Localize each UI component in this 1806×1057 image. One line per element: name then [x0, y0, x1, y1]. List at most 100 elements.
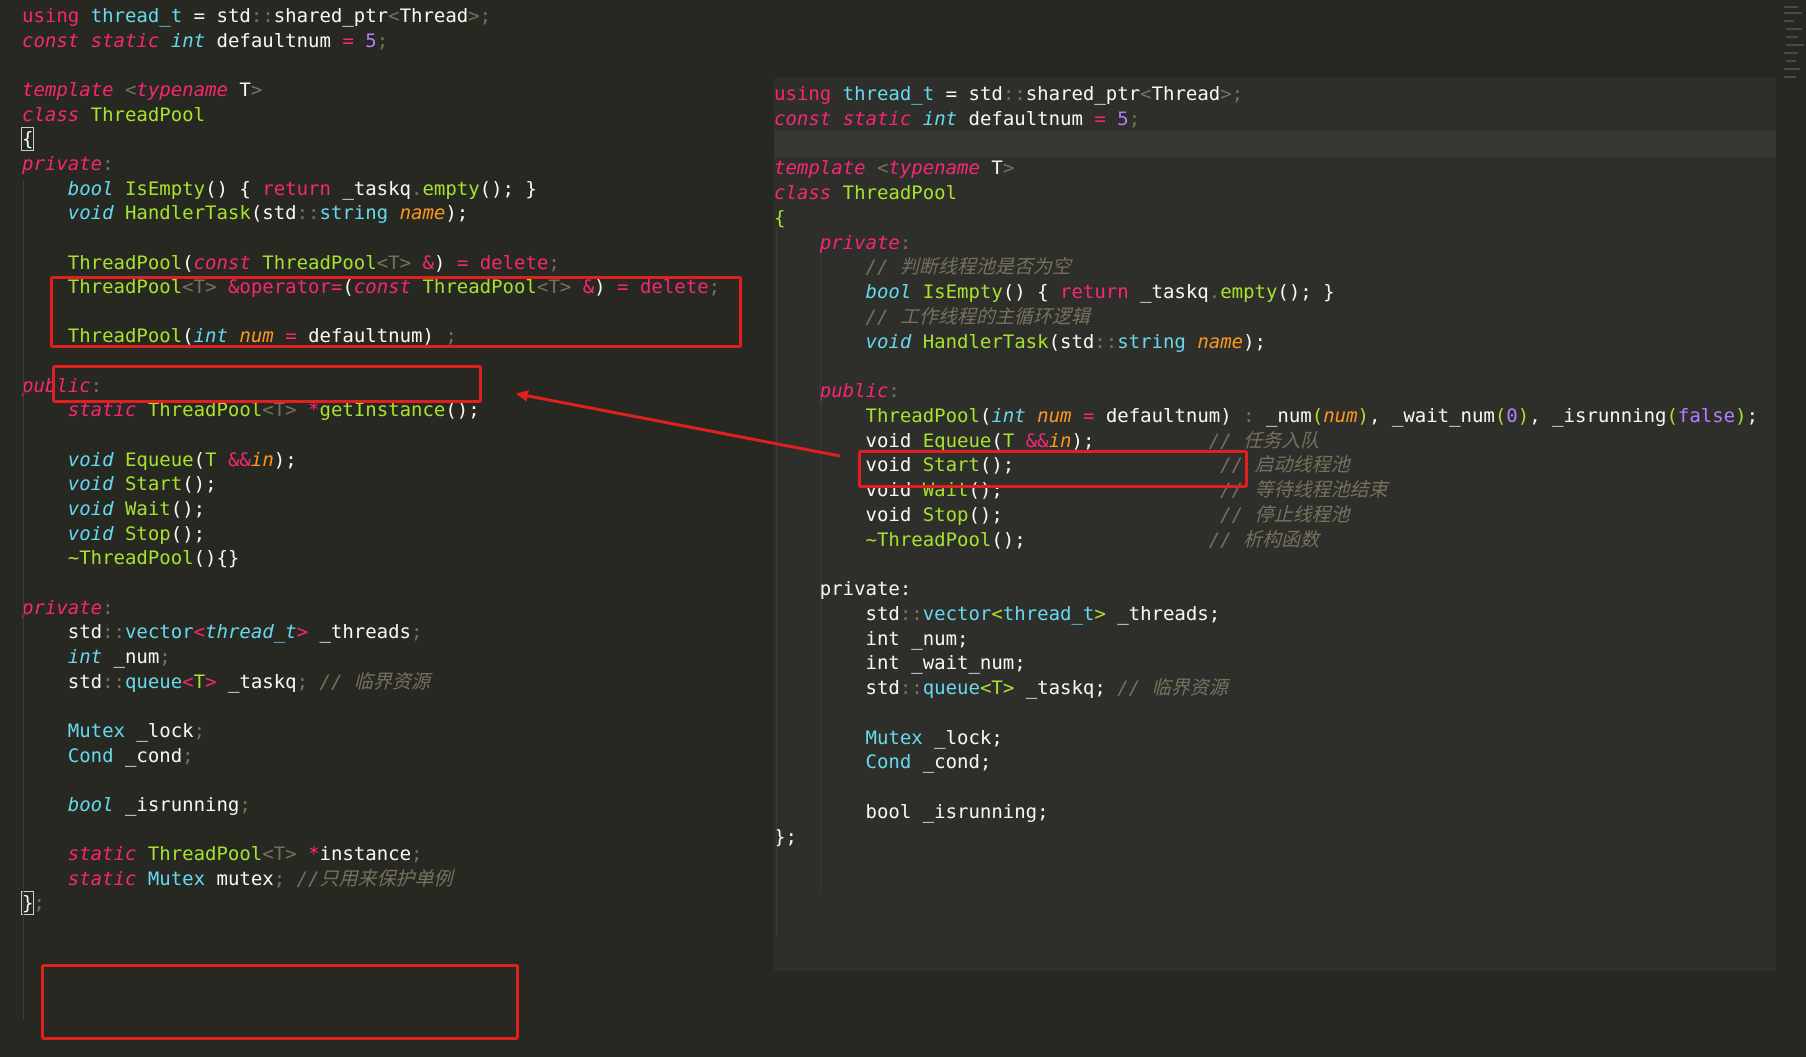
code-token: std — [774, 602, 900, 625]
code-token: = — [182, 5, 217, 27]
code-token: Mutex — [147, 867, 206, 890]
code-token: () { — [1002, 281, 1061, 303]
code-token: ( — [1666, 404, 1678, 427]
code-token: in — [1048, 429, 1072, 452]
code-token: ; — [1128, 107, 1141, 130]
code-line[interactable]: }; — [20, 889, 762, 917]
code-token: void — [774, 479, 923, 501]
code-token: queue — [922, 677, 980, 699]
code-token: static — [67, 867, 137, 890]
code-token: T — [205, 448, 217, 471]
code-token: ); — [1071, 429, 1095, 452]
code-token: delete — [479, 251, 549, 274]
code-token: thread_t — [205, 621, 297, 644]
code-token: const — [22, 29, 80, 52]
code-token: ; — [159, 645, 171, 668]
code-token: void — [67, 448, 114, 471]
code-token: std — [216, 5, 251, 27]
code-token: < — [388, 5, 400, 27]
code-token: ( — [991, 429, 1003, 452]
code-token: ; — [193, 719, 206, 742]
code-token: : — [888, 380, 900, 402]
code-token: // 判断线程池是否为空 — [865, 256, 1071, 279]
code-token: ThreadPool — [842, 182, 958, 204]
code-token: < — [979, 677, 992, 699]
right-code-pane[interactable]: using thread_t = std::shared_ptr<Thread>… — [774, 78, 1776, 971]
code-token: using — [22, 5, 80, 27]
code-token: ( — [342, 276, 354, 299]
code-token: thread_t — [1002, 602, 1095, 625]
code-token: operator= — [239, 276, 343, 299]
code-token: 0 — [1506, 404, 1518, 427]
code-token: queue — [124, 670, 183, 693]
minimap[interactable] — [1780, 0, 1806, 90]
code-token: > — [296, 621, 309, 644]
code-token: > — [399, 251, 412, 274]
code-token: :: — [102, 670, 125, 693]
code-token: HandlerTask — [124, 202, 251, 225]
code-token: :: — [1002, 83, 1026, 105]
code-token: _isrunning — [1552, 404, 1667, 427]
code-token: Mutex — [865, 726, 923, 749]
code-token: T — [548, 276, 560, 299]
code-token: string — [1117, 330, 1186, 353]
code-token: private — [819, 231, 900, 254]
code-token: (){} — [193, 547, 240, 570]
code-line[interactable]: }; — [774, 823, 1776, 851]
code-token: { — [20, 127, 35, 152]
code-token: num — [1323, 404, 1358, 427]
code-token: , — [1368, 404, 1392, 427]
code-token: _num — [102, 645, 160, 668]
code-token: HandlerTask — [922, 330, 1049, 353]
code-token: >; — [1220, 83, 1244, 105]
code-token: getInstance — [319, 399, 446, 422]
code-token: & — [227, 276, 240, 299]
code-token: Stop — [124, 522, 171, 545]
code-token: < — [1140, 83, 1152, 105]
left-code-pane[interactable]: using thread_t = std::shared_ptr<Thread>… — [20, 0, 762, 1057]
code-token: _taskq; — [1014, 677, 1106, 699]
code-token: void — [774, 429, 923, 452]
code-token: ThreadPool — [90, 103, 206, 126]
code-token: Thread — [1151, 83, 1221, 105]
code-token: > — [559, 276, 572, 299]
code-token: private — [22, 596, 103, 619]
code-token: _cond; — [911, 751, 992, 774]
code-token: ( — [1494, 404, 1507, 427]
code-token: * — [308, 399, 320, 422]
code-editor[interactable]: using thread_t = std::shared_ptr<Thread>… — [0, 0, 1806, 1057]
code-token: void — [865, 330, 912, 353]
code-token: > — [1002, 157, 1015, 180]
code-token: ; — [708, 276, 721, 299]
code-token: :: — [296, 202, 320, 225]
code-token: typename — [136, 78, 228, 101]
code-token: (); } — [479, 177, 537, 200]
code-token: Thread — [399, 5, 469, 27]
code-token: ( — [979, 404, 992, 427]
code-token: = — [342, 29, 354, 52]
code-token: typename — [888, 157, 980, 180]
code-token: 5 — [1117, 107, 1129, 130]
code-token: (); — [991, 528, 1026, 551]
code-token: ; — [1746, 404, 1759, 427]
code-token: 5 — [365, 29, 377, 52]
code-token: public — [22, 374, 91, 397]
code-token: , — [1529, 404, 1553, 427]
